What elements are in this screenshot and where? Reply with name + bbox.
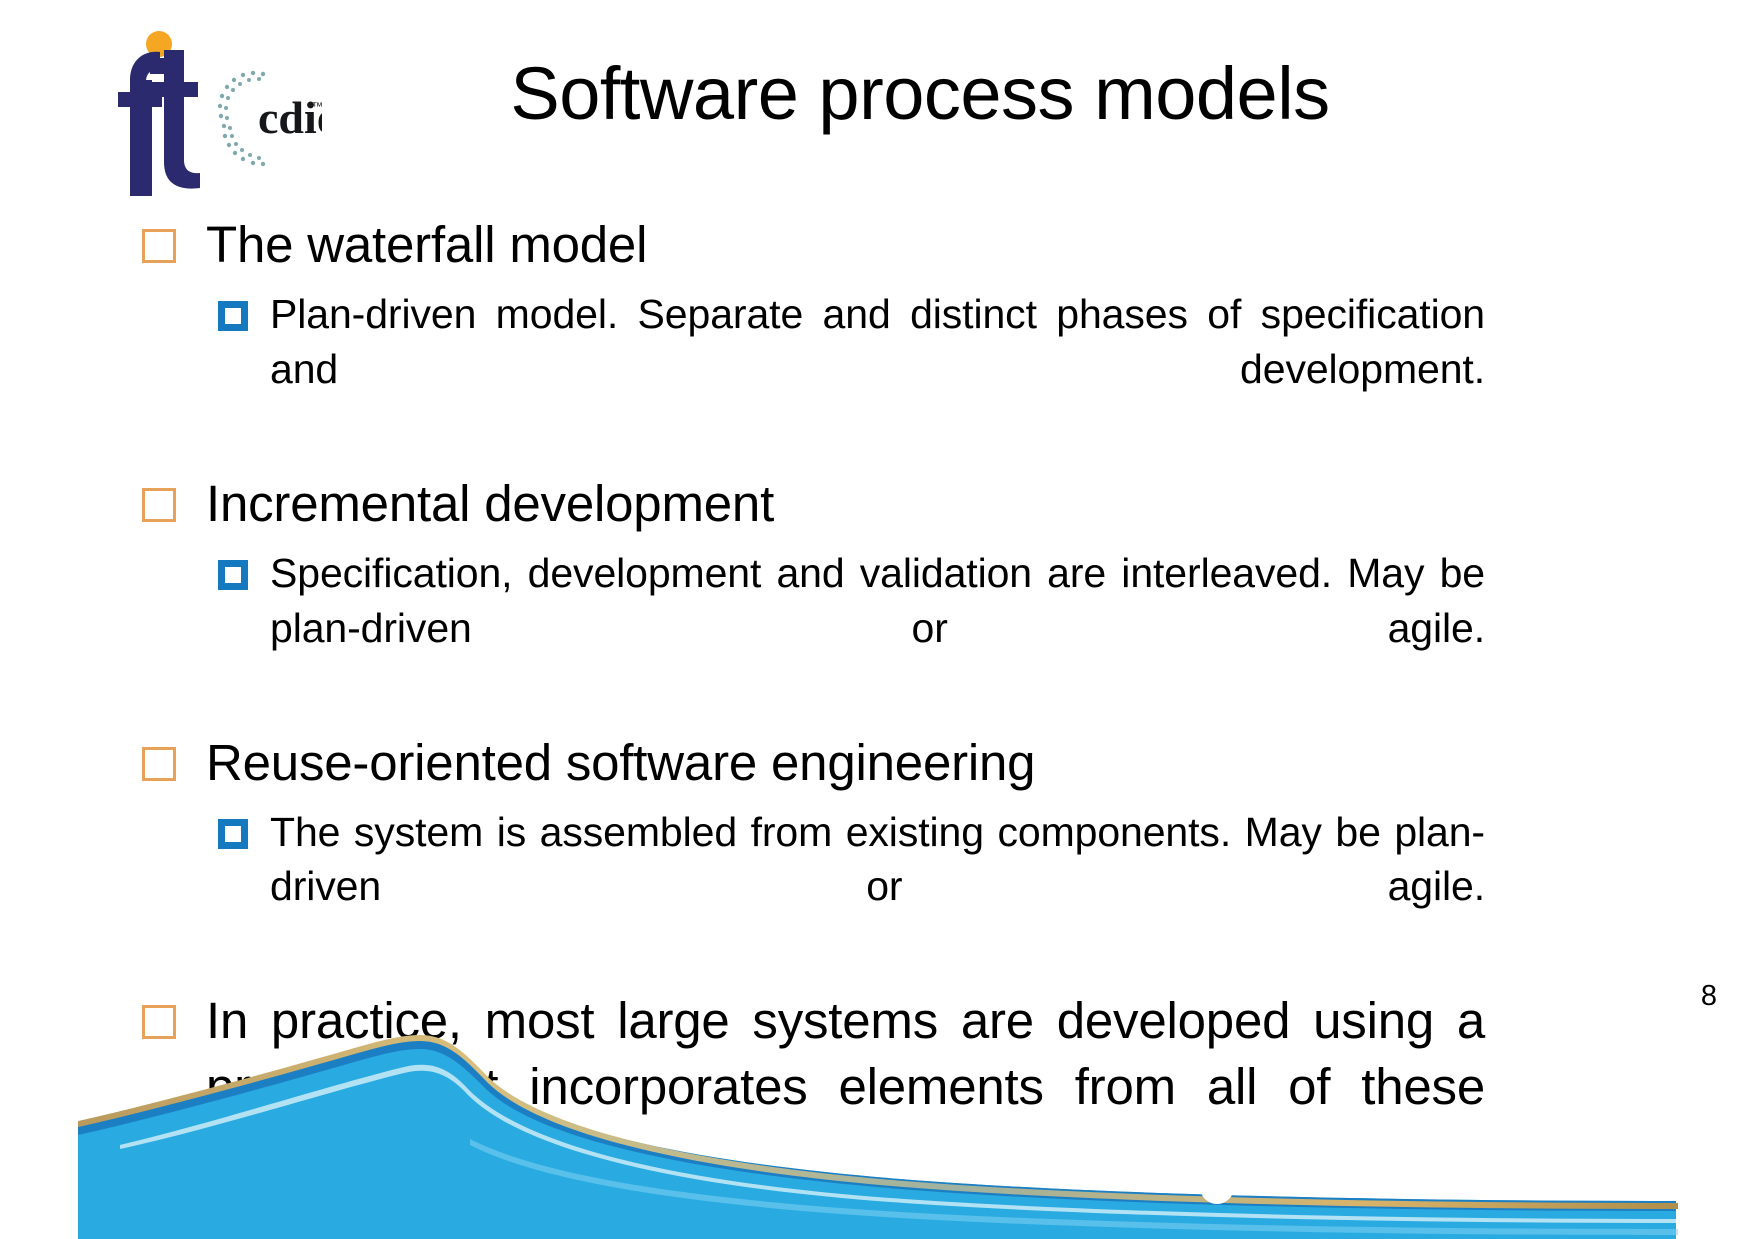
page-number: 8 (1700, 980, 1717, 1012)
bullet-level1: Incremental development (130, 471, 1485, 536)
bullet-level1-label: The waterfall model (206, 216, 648, 273)
slide-title: Software process models (510, 52, 1330, 135)
bullet-level1: Reuse-oriented software engineering (130, 730, 1485, 795)
bullet-level2: Plan-driven model. Separate and distinct… (130, 287, 1485, 451)
bullet-level2-label: Specification, development and validatio… (270, 550, 1485, 651)
bullet-level2-label: The system is assembled from existing co… (270, 808, 1485, 910)
slide-canvas: cdio ™ Software process models The water… (0, 0, 1754, 1239)
bullet-level1: The waterfall model (130, 212, 1485, 277)
blue-square-bullet-icon (218, 560, 248, 591)
cdio-wordmark: cdio (258, 92, 322, 143)
blue-square-bullet-icon (218, 818, 248, 849)
orange-square-bullet-icon (142, 746, 176, 781)
bullet-level2: Specification, development and validatio… (130, 546, 1485, 710)
bullet-list: The waterfall model Plan-driven model. S… (130, 212, 1485, 1239)
cdio-logo: cdio ™ (112, 28, 322, 203)
orange-square-bullet-icon (142, 487, 176, 522)
bullet-level1-label: Reuse-oriented software engineering (206, 733, 1036, 791)
bullet-level2-label: Plan-driven model. Separate and distinct… (270, 291, 1485, 392)
bullet-level1: In practice, most large systems are deve… (130, 988, 1485, 1239)
ft-figure-icon (118, 31, 200, 196)
bullet-level2: The system is assembled from existing co… (130, 805, 1485, 969)
orange-square-bullet-icon (142, 229, 176, 263)
bullet-level1-label: In practice, most large systems are deve… (206, 992, 1485, 1180)
blue-square-bullet-icon (218, 301, 248, 332)
svg-text:™: ™ (312, 101, 322, 113)
bullet-level1-label: Incremental development (206, 474, 775, 532)
orange-square-bullet-icon (142, 1005, 176, 1040)
